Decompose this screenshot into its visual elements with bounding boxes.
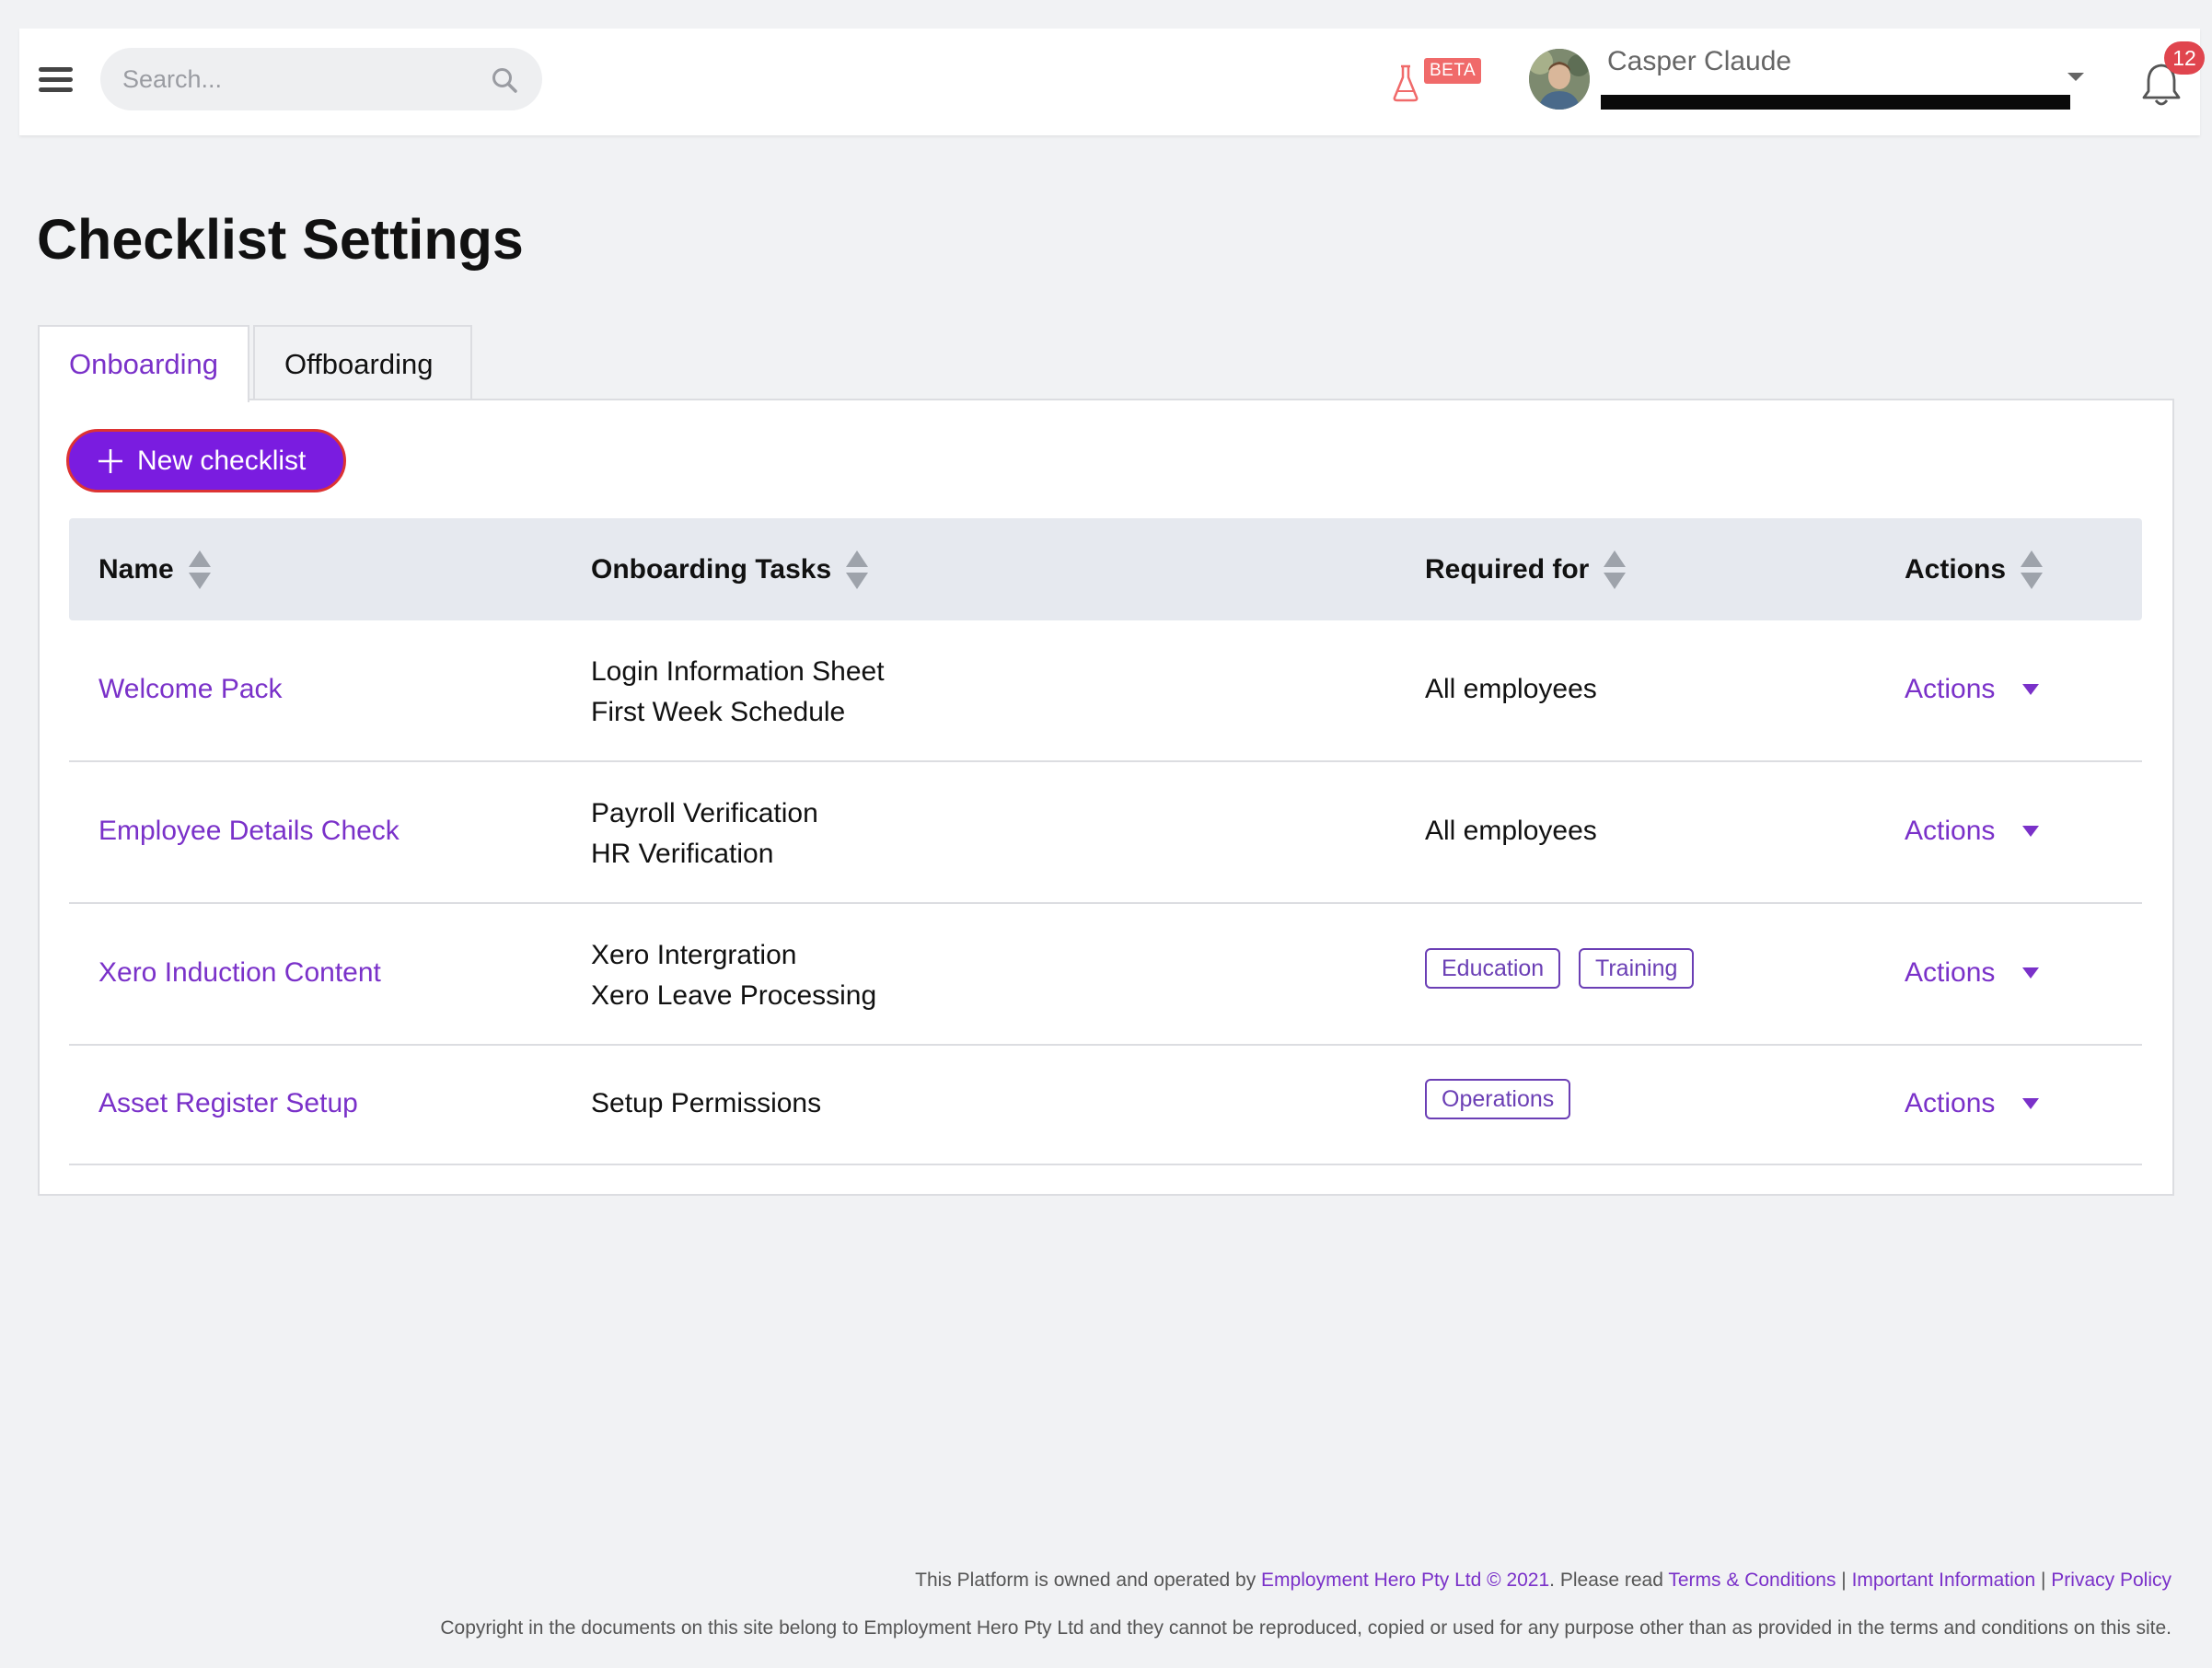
- table-row: Xero Induction Content Xero Intergration…: [69, 904, 2142, 1046]
- group-tag[interactable]: Operations: [1425, 1079, 1571, 1119]
- notifications-button[interactable]: 12: [2137, 41, 2205, 111]
- top-bar: BETA Casper Claude 12: [19, 29, 2205, 135]
- task-item: Login Information Sheet: [591, 656, 885, 687]
- company-link[interactable]: Employment Hero Pty Ltd © 2021: [1261, 1570, 1549, 1591]
- checklist-name-link[interactable]: Xero Induction Content: [98, 957, 381, 989]
- column-header-name[interactable]: Name: [98, 518, 213, 620]
- redacted-email: [1601, 95, 2070, 110]
- search-input[interactable]: [100, 48, 542, 110]
- table-row: Employee Details Check Payroll Verificat…: [69, 762, 2142, 904]
- new-checklist-button[interactable]: New checklist: [66, 429, 346, 492]
- tab-offboarding[interactable]: Offboarding: [253, 325, 472, 400]
- task-item: Payroll Verification: [591, 798, 818, 828]
- notification-count-badge: 12: [2164, 41, 2205, 75]
- footer-ownership: This Platform is owned and operated by E…: [915, 1570, 2171, 1591]
- actions-dropdown[interactable]: Actions: [1905, 1088, 2040, 1119]
- task-item: Xero Intergration: [591, 940, 797, 970]
- tasks-cell: Payroll Verification HR Verification: [591, 793, 818, 875]
- task-item: Xero Leave Processing: [591, 980, 877, 1011]
- caret-down-icon: [2022, 826, 2040, 837]
- column-header-required-for[interactable]: Required for: [1425, 518, 1627, 620]
- plus-icon: [98, 448, 122, 473]
- user-name: Casper Claude: [1607, 46, 1792, 76]
- task-item: HR Verification: [591, 839, 774, 869]
- table-row: Welcome Pack Login Information Sheet Fir…: [69, 620, 2142, 762]
- table-header: Name Onboarding Tasks Required for Actio…: [69, 518, 2142, 620]
- checklist-panel: New checklist Name Onboarding Tasks Requ…: [38, 399, 2174, 1196]
- tasks-cell: Login Information Sheet First Week Sched…: [591, 652, 885, 733]
- checklist-name-link[interactable]: Welcome Pack: [98, 674, 283, 705]
- caret-down-icon: [2022, 1098, 2040, 1109]
- search-box[interactable]: [100, 48, 542, 110]
- column-header-actions[interactable]: Actions: [1905, 518, 2044, 620]
- privacy-policy-link[interactable]: Privacy Policy: [2051, 1570, 2171, 1591]
- checklist-name-link[interactable]: Employee Details Check: [98, 816, 400, 847]
- checklist-name-link[interactable]: Asset Register Setup: [98, 1088, 358, 1119]
- avatar[interactable]: [1529, 49, 1590, 110]
- required-for-text: All employees: [1425, 816, 1597, 846]
- caret-down-icon: [2022, 967, 2040, 979]
- tasks-cell: Xero Intergration Xero Leave Processing: [591, 935, 876, 1016]
- required-for-text: All employees: [1425, 674, 1597, 704]
- terms-link[interactable]: Terms & Conditions: [1668, 1570, 1836, 1591]
- actions-dropdown[interactable]: Actions: [1905, 674, 2040, 705]
- new-checklist-label: New checklist: [137, 445, 307, 476]
- search-icon[interactable]: [491, 66, 518, 94]
- chevron-down-icon[interactable]: [2067, 73, 2084, 81]
- menu-icon[interactable]: [39, 65, 73, 93]
- column-header-tasks[interactable]: Onboarding Tasks: [591, 518, 870, 620]
- flask-icon: [1393, 64, 1419, 102]
- group-tag[interactable]: Training: [1579, 948, 1695, 989]
- table-row: Asset Register Setup Setup Permissions O…: [69, 1046, 2142, 1165]
- task-item: Setup Permissions: [591, 1088, 822, 1118]
- group-tag[interactable]: Education: [1425, 948, 1561, 989]
- beta-badge: BETA: [1424, 58, 1482, 84]
- task-item: First Week Schedule: [591, 697, 846, 727]
- tab-onboarding[interactable]: Onboarding: [38, 325, 249, 402]
- sort-icon: [1604, 550, 1627, 589]
- actions-dropdown[interactable]: Actions: [1905, 816, 2040, 847]
- footer-copyright: Copyright in the documents on this site …: [440, 1617, 2171, 1639]
- page-title: Checklist Settings: [37, 208, 524, 271]
- sort-icon: [188, 550, 211, 589]
- sort-icon: [846, 550, 869, 589]
- caret-down-icon: [2022, 684, 2040, 695]
- important-information-link[interactable]: Important Information: [1852, 1570, 2036, 1591]
- actions-dropdown[interactable]: Actions: [1905, 957, 2040, 989]
- tasks-cell: Setup Permissions: [591, 1088, 821, 1119]
- sort-icon: [2021, 550, 2044, 589]
- user-photo-icon: [1529, 49, 1590, 110]
- beta-features[interactable]: BETA: [1391, 56, 1492, 102]
